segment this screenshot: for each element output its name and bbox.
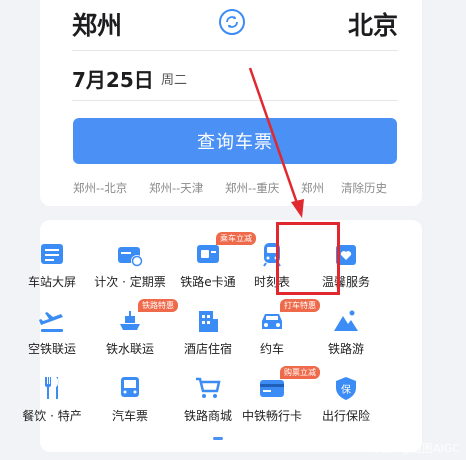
search-card: 郑州 北京 7月25日 周二 查询车票 郑州--北京 郑州--天津 郑州--重庆… bbox=[40, 0, 422, 206]
station-screen-icon bbox=[38, 240, 66, 268]
service-ticket-card[interactable]: 计次 · 定期票 bbox=[92, 240, 168, 290]
bus-icon bbox=[116, 374, 144, 402]
ticket-card-icon bbox=[116, 240, 144, 268]
search-history: 郑州--北京 郑州--天津 郑州--重庆 郑州 清除历史 bbox=[73, 180, 403, 196]
hotel-icon bbox=[194, 307, 222, 335]
ship-icon: 铁路特惠 bbox=[116, 299, 178, 335]
history-item[interactable]: 郑州--重庆 bbox=[225, 180, 279, 196]
service-label: 车站大屏 bbox=[27, 275, 76, 289]
mountain-icon bbox=[332, 307, 360, 335]
service-bus[interactable]: 汽车票 bbox=[92, 374, 168, 424]
service-label: 空铁联运 bbox=[27, 342, 76, 356]
service-label: 铁路游 bbox=[327, 342, 364, 356]
weekday-label: 周二 bbox=[161, 73, 188, 88]
clear-history-button[interactable]: 清除历史 bbox=[341, 180, 387, 196]
plane-train-icon bbox=[38, 307, 66, 335]
service-fork-knife[interactable]: 餐饮 · 特产 bbox=[14, 374, 90, 424]
service-insurance[interactable]: 保出行保险 bbox=[308, 374, 384, 424]
history-item[interactable]: 郑州--天津 bbox=[149, 180, 203, 196]
cart-icon bbox=[194, 374, 222, 402]
service-label: 铁水联运 bbox=[105, 342, 154, 356]
history-item[interactable]: 郑州--北京 bbox=[73, 180, 127, 196]
car-icon: 打车特惠 bbox=[258, 299, 320, 335]
history-item[interactable]: 郑州 bbox=[301, 180, 324, 196]
service-plane-train[interactable]: 空铁联运 bbox=[14, 307, 90, 357]
service-card[interactable]: 购票立减中铁畅行卡 bbox=[234, 366, 320, 424]
service-label: 汽车票 bbox=[111, 409, 148, 423]
insurance-icon: 保 bbox=[332, 374, 360, 402]
page-indicator bbox=[213, 437, 223, 440]
service-label: 约车 bbox=[259, 342, 284, 356]
service-label: 出行保险 bbox=[321, 409, 370, 423]
service-ship[interactable]: 铁路特惠铁水联运 bbox=[92, 299, 178, 357]
query-tickets-button[interactable]: 查询车票 bbox=[73, 118, 397, 164]
service-car[interactable]: 打车特惠 约车 bbox=[234, 299, 320, 357]
to-city[interactable]: 北京 bbox=[348, 6, 398, 42]
service-label: 计次 · 定期票 bbox=[94, 275, 166, 289]
service-mountain[interactable]: 铁路游 bbox=[308, 307, 384, 357]
from-city[interactable]: 郑州 bbox=[72, 6, 122, 42]
swap-icon[interactable] bbox=[219, 9, 245, 35]
travel-date[interactable]: 7月25日 bbox=[72, 64, 154, 93]
service-label: 中铁畅行卡 bbox=[241, 409, 302, 423]
service-station-screen[interactable]: 车站大屏 bbox=[14, 240, 90, 290]
highlight-box bbox=[276, 222, 340, 295]
e-card-icon: 乘车立减 bbox=[194, 232, 256, 268]
fork-knife-icon bbox=[38, 374, 66, 402]
divider bbox=[72, 50, 398, 51]
service-label: 餐饮 · 特产 bbox=[22, 409, 82, 423]
card-icon: 购票立减 bbox=[258, 366, 320, 402]
watermark: 头条 @追图AIGC bbox=[374, 442, 460, 455]
divider bbox=[72, 100, 398, 101]
svg-text:保: 保 bbox=[341, 383, 351, 396]
